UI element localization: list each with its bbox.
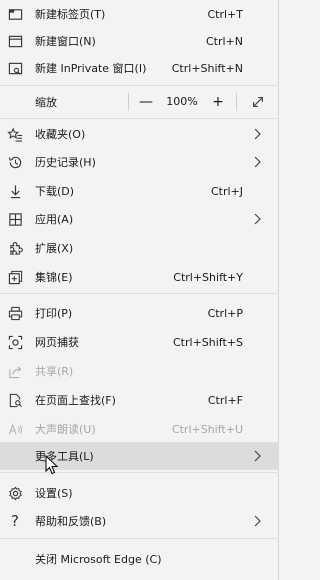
menu-item-label: 关闭 Microsoft Edge (C) bbox=[35, 553, 162, 566]
collections-icon bbox=[7, 269, 23, 285]
menu-item-label: 帮助和反馈(B) bbox=[35, 515, 107, 528]
zoom-row: 缩放 — 100% + bbox=[0, 88, 279, 116]
menu-item-label: 集锦(E) bbox=[35, 271, 73, 284]
zoom-out-button[interactable]: — bbox=[134, 92, 158, 112]
zoom-label: 缩放 bbox=[35, 96, 57, 109]
edge-settings-menu: 新建标签页(T) Ctrl+T 新建窗口(N) Ctrl+N 新建 InPriv… bbox=[0, 0, 279, 580]
print-icon bbox=[7, 305, 23, 321]
shortcut-label: Ctrl+P bbox=[207, 306, 243, 320]
menu-item-share: 共享(R) bbox=[0, 357, 279, 385]
read-aloud-icon bbox=[7, 421, 23, 437]
shortcut-label: Ctrl+Shift+Y bbox=[173, 270, 243, 284]
menu-item-label: 设置(S) bbox=[35, 487, 73, 500]
menu-item-print[interactable]: 打印(P) Ctrl+P bbox=[0, 299, 279, 327]
menu-divider bbox=[0, 472, 279, 473]
chevron-right-icon bbox=[254, 450, 261, 462]
menu-item-label: 下载(D) bbox=[35, 185, 75, 198]
new-tab-icon bbox=[7, 6, 23, 22]
shortcut-label: Ctrl+T bbox=[207, 7, 243, 21]
menu-item-label: 新建 InPrivate 窗口(I) bbox=[35, 62, 147, 75]
menu-item-help[interactable]: ? 帮助和反馈(B) bbox=[0, 507, 279, 535]
menu-item-history[interactable]: 历史记录(H) bbox=[0, 148, 279, 176]
menu-item-label: 网页捕获 bbox=[35, 336, 79, 349]
inprivate-icon bbox=[7, 60, 23, 76]
menu-item-label: 大声朗读(U) bbox=[35, 423, 96, 436]
expand-icon[interactable] bbox=[246, 92, 270, 112]
menu-item-collections[interactable]: 集锦(E) Ctrl+Shift+Y bbox=[0, 263, 279, 291]
shortcut-label: Ctrl+N bbox=[205, 34, 243, 48]
menu-item-label: 更多工具(L) bbox=[35, 450, 94, 463]
mouse-cursor-icon bbox=[45, 455, 59, 475]
chevron-right-icon bbox=[254, 128, 261, 140]
chevron-right-icon bbox=[254, 213, 261, 225]
menu-item-apps[interactable]: 应用(A) bbox=[0, 205, 279, 233]
menu-item-label: 在页面上查找(F) bbox=[35, 394, 116, 407]
menu-item-label: 历史记录(H) bbox=[35, 156, 96, 169]
menu-item-close-edge[interactable]: 关闭 Microsoft Edge (C) bbox=[0, 545, 279, 573]
find-icon bbox=[7, 392, 23, 408]
menu-item-label: 新建窗口(N) bbox=[35, 35, 96, 48]
menu-item-label: 新建标签页(T) bbox=[35, 8, 106, 21]
favorites-icon bbox=[6, 126, 23, 142]
menu-item-label: 应用(A) bbox=[35, 213, 74, 226]
menu-item-find[interactable]: 在页面上查找(F) Ctrl+F bbox=[0, 386, 279, 414]
menu-item-more-tools[interactable]: 更多工具(L) bbox=[0, 442, 279, 470]
menu-item-new-inprivate[interactable]: 新建 InPrivate 窗口(I) Ctrl+Shift+N bbox=[0, 54, 279, 82]
zoom-in-button[interactable]: + bbox=[206, 92, 230, 112]
menu-item-read-aloud: 大声朗读(U) Ctrl+Shift+U bbox=[0, 415, 279, 443]
apps-icon bbox=[7, 211, 23, 227]
menu-item-label: 打印(P) bbox=[35, 307, 73, 320]
menu-item-new-window[interactable]: 新建窗口(N) Ctrl+N bbox=[0, 27, 279, 55]
menu-item-downloads[interactable]: 下载(D) Ctrl+J bbox=[0, 177, 279, 205]
zoom-divider bbox=[128, 93, 129, 111]
web-capture-icon bbox=[7, 334, 23, 350]
help-icon: ? bbox=[11, 512, 19, 530]
menu-divider bbox=[0, 118, 279, 119]
menu-item-favorites[interactable]: 收藏夹(O) bbox=[0, 120, 279, 148]
menu-item-settings[interactable]: 设置(S) bbox=[0, 479, 279, 507]
menu-item-new-tab[interactable]: 新建标签页(T) Ctrl+T bbox=[0, 0, 279, 28]
download-icon bbox=[7, 183, 23, 199]
menu-item-label: 扩展(X) bbox=[35, 242, 74, 255]
zoom-divider bbox=[236, 93, 237, 111]
chevron-right-icon bbox=[254, 515, 261, 527]
new-window-icon bbox=[7, 33, 23, 49]
settings-icon bbox=[7, 485, 23, 501]
menu-divider bbox=[0, 293, 279, 294]
zoom-value: 100% bbox=[166, 95, 198, 108]
history-icon bbox=[7, 154, 23, 170]
share-icon bbox=[7, 363, 23, 379]
shortcut-label: Ctrl+Shift+S bbox=[173, 335, 243, 349]
shortcut-label: Ctrl+F bbox=[207, 393, 243, 407]
shortcut-label: Ctrl+Shift+N bbox=[171, 61, 243, 75]
chevron-right-icon bbox=[254, 156, 261, 168]
menu-divider bbox=[0, 85, 279, 86]
shortcut-label: Ctrl+Shift+U bbox=[171, 422, 243, 436]
menu-item-label: 共享(R) bbox=[35, 365, 74, 378]
shortcut-label: Ctrl+J bbox=[210, 184, 243, 198]
menu-item-extensions[interactable]: 扩展(X) bbox=[0, 234, 279, 262]
menu-divider bbox=[0, 538, 279, 539]
menu-item-web-capture[interactable]: 网页捕获 Ctrl+Shift+S bbox=[0, 328, 279, 356]
menu-item-label: 收藏夹(O) bbox=[35, 128, 86, 141]
extensions-icon bbox=[7, 240, 23, 256]
